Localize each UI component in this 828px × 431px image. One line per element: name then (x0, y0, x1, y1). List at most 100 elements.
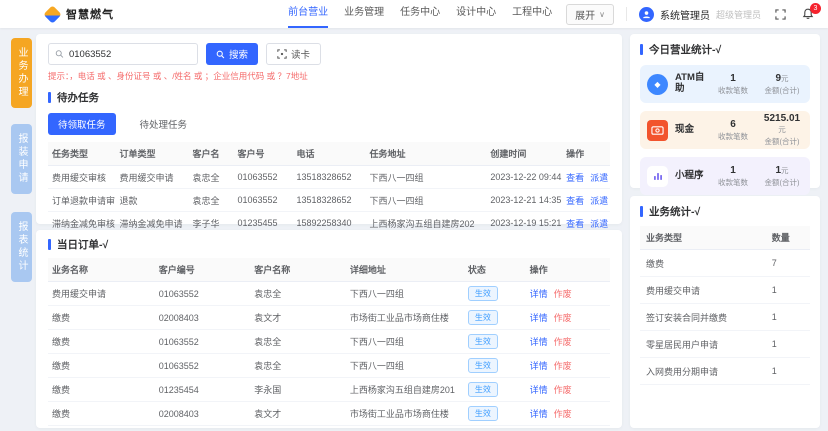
tasks-table-header: 任务类型订单类型客户名客户号电话任务地址创建时间操作 (48, 142, 610, 166)
void-link[interactable]: 作废 (554, 409, 572, 419)
status-cell: 生效 (464, 330, 526, 354)
table-cell: 费用缓交申请 (640, 277, 766, 304)
search-row: 搜索 读卡 (48, 43, 610, 65)
nav-item-4[interactable]: 工程中心 (512, 0, 552, 28)
column-header: 电话 (292, 142, 365, 166)
table-cell: 02008403 (155, 402, 251, 426)
search-button[interactable]: 搜索 (206, 43, 258, 65)
nav-expand-button[interactable]: 展开 ∨ (566, 4, 614, 25)
detail-link[interactable]: 详情 (530, 361, 548, 371)
sidebar-tab-0[interactable]: 业务办理 (11, 38, 32, 108)
column-header: 订单类型 (115, 142, 188, 166)
table-cell: 缴费 (640, 250, 766, 277)
table-cell: 02008403 (155, 306, 251, 330)
table-cell: 下西八一四组 (346, 330, 464, 354)
read-card-button[interactable]: 读卡 (266, 43, 321, 65)
task-tab-0[interactable]: 待领取任务 (48, 113, 116, 135)
divider (626, 7, 627, 21)
stat-row-0: ◆ATM自助1收款笔数9元金额(合计) (640, 65, 810, 103)
column-header: 任务类型 (48, 142, 115, 166)
void-link[interactable]: 作废 (554, 385, 572, 395)
nav-item-2[interactable]: 任务中心 (400, 0, 440, 28)
detail-link[interactable]: 详情 (530, 409, 548, 419)
status-cell: 生效 (464, 306, 526, 330)
table-cell: 01235454 (155, 378, 251, 402)
today-stats-card: 今日营业统计-√ ◆ATM自助1收款笔数9元金额(合计)现金6收款笔数5215.… (630, 34, 820, 188)
stat-amount: 9元金额(合计) (761, 73, 803, 96)
table-cell: 缴费 (48, 402, 155, 426)
nav-expand-label: 展开 (575, 7, 595, 22)
status-cell: 生效 (464, 378, 526, 402)
status-cell: 生效 (464, 402, 526, 426)
nav-item-0[interactable]: 前台营业 (288, 0, 328, 28)
dispatch-link[interactable]: 派遣 (590, 219, 608, 229)
table-row: 订单退款申请审核退款袁忠全0106355213518328652下西八一四组20… (48, 189, 610, 212)
biz-stats-title: 业务统计-√ (640, 204, 810, 219)
table-cell: 1 (766, 304, 810, 331)
search-icon (216, 50, 225, 59)
table-cell: 袁忠全 (188, 189, 233, 212)
title-bar-accent (48, 92, 51, 103)
notification-bell[interactable]: 3 (802, 8, 814, 20)
operations-cell: 详情作废 (526, 378, 610, 402)
chevron-down-icon: ∨ (599, 10, 605, 19)
stat-name: ATM自助 (675, 73, 705, 95)
title-bar-accent (640, 206, 643, 217)
status-cell: 生效 (464, 426, 526, 429)
view-link[interactable]: 查看 (566, 173, 584, 183)
table-row: 缴费01235454李永国上西杨家沟五组自建房201生效详情作废 (48, 378, 610, 402)
detail-link[interactable]: 详情 (530, 385, 548, 395)
status-badge: 生效 (468, 406, 498, 421)
table-cell: 费用缓交申请 (48, 282, 155, 306)
table-row: 费用缓交申请01063552袁忠全下西八一四组生效详情作废 (48, 282, 610, 306)
table-cell: 缴费 (48, 306, 155, 330)
view-link[interactable]: 查看 (566, 196, 584, 206)
user-name[interactable]: 系统管理员 (660, 7, 710, 22)
table-cell: 入网费用分期申请 (640, 358, 766, 385)
task-tab-1[interactable]: 待处理任务 (130, 113, 198, 135)
table-cell: 零星居民用户申请 (640, 331, 766, 358)
table-cell: 7 (766, 250, 810, 277)
table-cell: 下西八一四组 (346, 282, 464, 306)
table-cell: 缴费 (48, 354, 155, 378)
sidebar-tab-1[interactable]: 报装申请 (11, 124, 32, 194)
column-header: 客户名称 (250, 258, 346, 282)
detail-link[interactable]: 详情 (530, 337, 548, 347)
biz-stats-card: 业务统计-√ 业务类型数量 缴费7费用缓交申请1签订安装合同并缴费1零星居民用户… (630, 196, 820, 428)
dispatch-link[interactable]: 派遣 (590, 196, 608, 206)
stat-count: 1收款笔数 (712, 165, 754, 188)
void-link[interactable]: 作废 (554, 361, 572, 371)
column-header: 客户名 (188, 142, 233, 166)
table-cell: 袁文才 (250, 402, 346, 426)
table-row: 缴费01063552袁忠全下西八一四组生效详情作废 (48, 354, 610, 378)
avatar[interactable] (639, 7, 654, 22)
void-link[interactable]: 作废 (554, 337, 572, 347)
table-cell: 2023-12-22 09:44 (486, 166, 562, 189)
void-link[interactable]: 作废 (554, 289, 572, 299)
nav-item-1[interactable]: 业务管理 (344, 0, 384, 28)
table-cell: 02008403 (155, 426, 251, 429)
stat-count: 6收款笔数 (712, 119, 754, 142)
dispatch-link[interactable]: 派遣 (590, 173, 608, 183)
detail-link[interactable]: 详情 (530, 289, 548, 299)
stat-row-2: 小程序1收款笔数1元金额(合计) (640, 157, 810, 195)
fullscreen-icon[interactable] (775, 9, 786, 20)
search-input[interactable] (69, 49, 191, 60)
table-row: 缴费01063552袁忠全下西八一四组生效详情作废 (48, 330, 610, 354)
nav-item-3[interactable]: 设计中心 (456, 0, 496, 28)
table-row: 缴费02008403袁文才市场街工业品市场商住楼生效详情作废 (48, 306, 610, 330)
void-link[interactable]: 作废 (554, 313, 572, 323)
orders-table: 业务名称客户编号客户名称详细地址状态操作 费用缓交申请01063552袁忠全下西… (48, 258, 610, 428)
detail-link[interactable]: 详情 (530, 313, 548, 323)
atm-icon: ◆ (647, 74, 668, 95)
view-link[interactable]: 查看 (566, 219, 584, 229)
table-cell: 费用缓交申请 (115, 166, 188, 189)
today-stats-title-text: 今日营业统计-√ (649, 42, 721, 57)
table-cell: 退款 (115, 189, 188, 212)
table-cell: 01063552 (155, 330, 251, 354)
task-tabs: 待领取任务待处理任务 (48, 113, 610, 135)
column-header: 详细地址 (346, 258, 464, 282)
sidebar-tab-2[interactable]: 报表统计 (11, 212, 32, 282)
table-cell: 袁文才 (250, 426, 346, 429)
cash-icon (647, 120, 668, 141)
